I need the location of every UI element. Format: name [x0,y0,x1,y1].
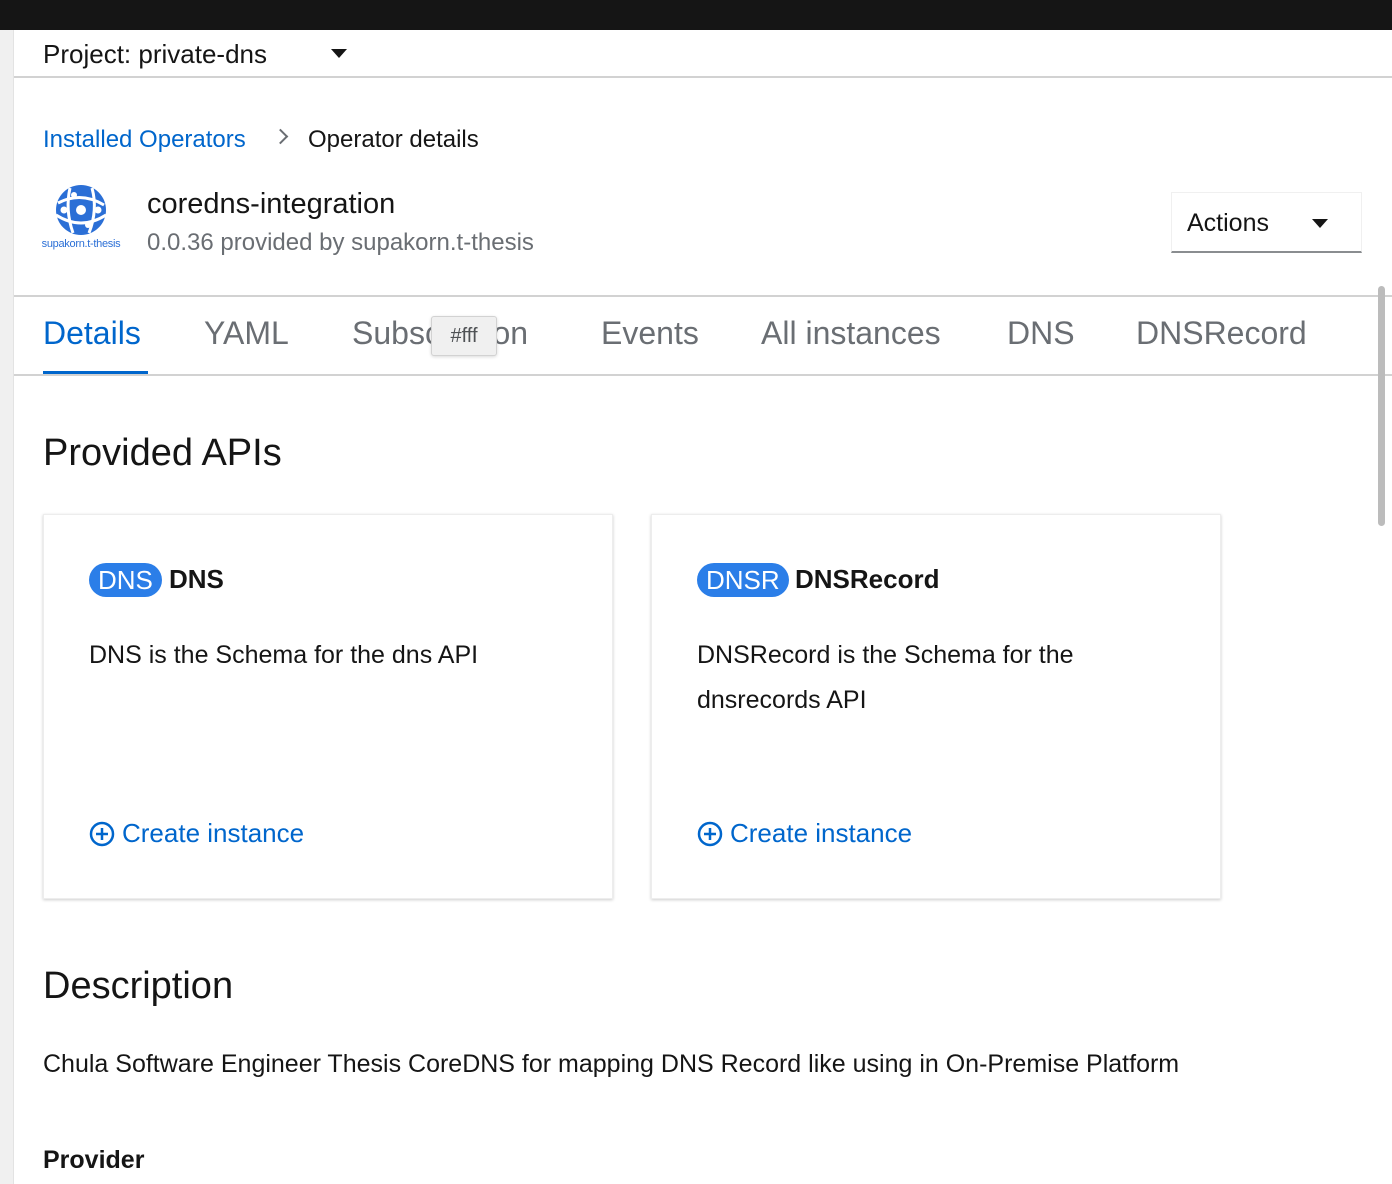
scrollbar-thumb[interactable] [1378,286,1385,526]
create-instance-link[interactable]: Create instance [122,818,304,849]
api-card-dnsrecord: DNSR DNSRecord DNSRecord is the Schema f… [651,514,1221,899]
caret-down-icon [1312,219,1328,228]
api-card-dns: DNS DNS DNS is the Schema for the dns AP… [43,514,613,899]
api-badge: DNS [89,563,162,597]
tab-all-instances[interactable]: All instances [761,315,941,352]
color-tooltip: #fff [431,316,497,356]
tab-events[interactable]: Events [601,315,699,352]
tab-dnsrecord[interactable]: DNSRecord [1136,315,1307,352]
plus-circle-icon[interactable] [89,821,115,847]
tab-details[interactable]: Details [43,315,141,352]
operator-version-provider: 0.0.36 provided by supakorn.t-thesis [147,229,534,256]
breadcrumb-installed-operators[interactable]: Installed Operators [43,126,246,154]
section-heading-description: Description [43,965,234,1007]
tab-yaml[interactable]: YAML [204,315,289,352]
api-card-title: DNSRecord [795,564,940,594]
provider-heading: Provider [43,1146,145,1174]
description-text: Chula Software Engineer Thesis CoreDNS f… [43,1050,1180,1078]
left-gutter [0,30,14,1184]
tab-dns[interactable]: DNS [1007,315,1075,352]
project-bar: Project: private-dns [14,30,1392,78]
chevron-right-icon [272,128,289,145]
divider [14,295,1392,297]
section-heading-provided-apis: Provided APIs [43,432,282,474]
api-badge: DNSR [697,563,789,597]
masthead [0,0,1392,30]
project-selector[interactable]: Project: private-dns [43,39,267,70]
divider [14,374,1392,376]
operator-name: coredns-integration [147,188,396,220]
actions-dropdown[interactable]: Actions [1171,192,1362,253]
api-card-description: DNS is the Schema for the dns API [89,641,479,669]
plus-circle-icon[interactable] [697,821,723,847]
actions-label: Actions [1187,209,1269,237]
api-card-description: DNSRecord is the Schema for the dnsrecor… [697,641,1074,714]
logo-caption: supakorn.t-thesis [41,238,121,250]
caret-down-icon[interactable] [331,49,347,58]
create-instance-link[interactable]: Create instance [730,818,912,849]
breadcrumb-current: Operator details [308,126,479,153]
api-card-title: DNS [169,564,224,594]
